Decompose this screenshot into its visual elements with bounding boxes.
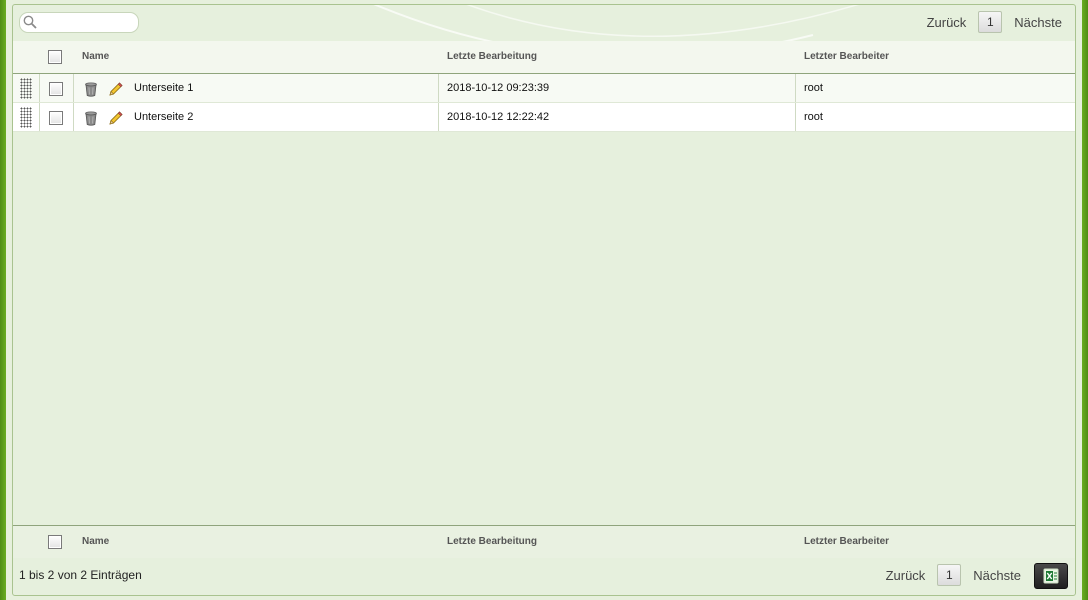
top-toolbar: Zurück 1 Nächste [13, 5, 1075, 41]
row-name[interactable]: Unterseite 2 [134, 103, 193, 131]
trash-icon[interactable] [83, 110, 99, 126]
row-name[interactable]: Unterseite 1 [134, 74, 193, 102]
column-header-last-editor[interactable]: Letzter Bearbeiter [804, 41, 889, 73]
table-panel: Zurück 1 Nächste Name Letzte Bearbeitung… [12, 4, 1076, 596]
pencil-icon[interactable] [108, 81, 124, 97]
column-header-last-modified[interactable]: Letzte Bearbeitung [447, 41, 537, 73]
row-last-modified: 2018-10-12 12:22:42 [447, 111, 550, 123]
row-last-editor: root [804, 111, 823, 123]
prev-page-link[interactable]: Zurück [927, 15, 967, 30]
pagination-bottom: Zurück 1 Nächste [886, 563, 1021, 587]
table-header: Name Letzte Bearbeitung Letzter Bearbeit… [13, 41, 1075, 74]
footer-column-name[interactable]: Name [82, 526, 109, 558]
next-page-link[interactable]: Nächste [1014, 15, 1062, 30]
search-box[interactable] [19, 12, 139, 33]
table-footer-header: Name Letzte Bearbeitung Letzter Bearbeit… [13, 525, 1075, 558]
export-excel-button[interactable] [1034, 563, 1068, 589]
prev-page-link[interactable]: Zurück [886, 568, 926, 583]
table-row[interactable]: Unterseite 2 2018-10-12 12:22:42 root [13, 103, 1075, 132]
pagination-top: Zurück 1 Nächste [927, 10, 1062, 34]
drag-handle-icon[interactable] [20, 107, 32, 128]
row-last-modified: 2018-10-12 09:23:39 [447, 82, 550, 94]
select-all-checkbox[interactable] [48, 50, 62, 64]
page-number-button[interactable]: 1 [937, 564, 962, 586]
entries-info: 1 bis 2 von 2 Einträgen [19, 568, 142, 582]
search-input[interactable] [40, 14, 138, 32]
drag-handle-icon[interactable] [20, 78, 32, 99]
trash-icon[interactable] [83, 81, 99, 97]
row-checkbox[interactable] [49, 111, 63, 125]
table-row[interactable]: Unterseite 1 2018-10-12 09:23:39 root [13, 74, 1075, 103]
search-icon [23, 15, 37, 29]
column-header-name[interactable]: Name [82, 41, 109, 73]
excel-export-icon [1043, 568, 1059, 584]
footer-column-last-editor[interactable]: Letzter Bearbeiter [804, 526, 889, 558]
row-last-editor: root [804, 82, 823, 94]
pencil-icon[interactable] [108, 110, 124, 126]
footer-column-last-modified[interactable]: Letzte Bearbeitung [447, 526, 537, 558]
next-page-link[interactable]: Nächste [973, 568, 1021, 583]
row-checkbox[interactable] [49, 82, 63, 96]
page-number-button[interactable]: 1 [978, 11, 1003, 33]
select-all-checkbox-footer[interactable] [48, 535, 62, 549]
